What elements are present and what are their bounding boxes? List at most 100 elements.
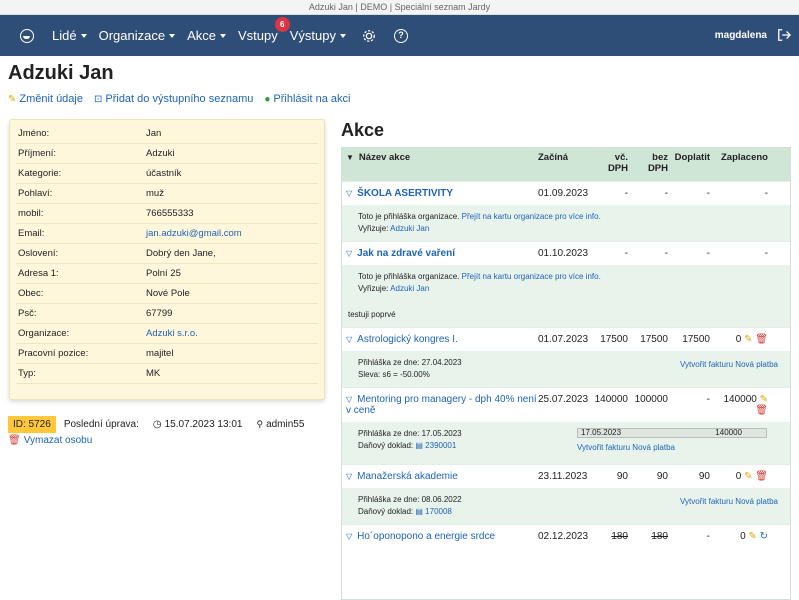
nav-organizations[interactable]: Organizace [99,28,176,43]
event-row[interactable]: ▽ ŠKOLA ASERTIVITY 01.09.2023 - - - - [342,181,790,205]
event-row[interactable]: ▽ Mentoring pro managery - dph 40% není v… [342,387,790,422]
nav-outputs-label: Výstupy [289,28,336,43]
last-edit-label: Poslední úprava: [63,419,139,430]
col-name-header[interactable]: ▼ Název akce [342,152,538,181]
col-vc-label-2: DPH [607,163,628,174]
event-name-link[interactable]: Manažerská akademie [357,471,458,482]
logout-icon[interactable] [777,28,791,42]
detail-line-2: Vyřizuje: Adzuki Jan [358,283,774,295]
last-edit-user: admin55 [266,419,305,430]
create-invoice-link[interactable]: Vytvořit fakturu [577,443,630,452]
trash-icon[interactable]: 🗑 [753,334,768,345]
amount-to-pay: - [706,248,710,259]
expand-toggle-icon[interactable]: ▽ [346,189,352,198]
detail-value-link[interactable]: 2390001 [425,441,456,450]
col-bez-label-2: DPH [647,163,668,174]
expand-toggle-icon[interactable]: ▽ [346,532,352,541]
organization-card-link[interactable]: Přejít na kartu organizace pro více info… [462,272,601,281]
detail-line-1: Toto je přihláška organizace. Přejít na … [358,211,774,223]
detail-value-link[interactable]: 170008 [425,507,452,516]
trash-icon[interactable]: 🗑 [753,471,768,482]
organization-card-link[interactable]: Přejít na kartu organizace pro více info… [462,212,601,221]
amount-paid-value: 140000 [723,394,757,405]
delete-person-link[interactable]: 🗑 Vymazat osobu [8,435,92,446]
field-label: Typ: [18,368,36,379]
event-start-date: 25.07.2023 [538,394,589,405]
event-row[interactable]: ▽ Astrologický kongres I. 01.07.2023 17500 1… [342,327,790,351]
nav-outputs[interactable]: Výstupy [290,28,346,43]
pencil-icon[interactable]: ✎ [741,471,752,482]
create-invoice-link[interactable]: Vytvořit fakturu [680,497,733,506]
expand-toggle-icon[interactable]: ▽ [346,335,352,344]
new-payment-link[interactable]: Nová platba [735,497,778,506]
col-zaplaceno-header[interactable]: Zaplaceno [710,152,772,181]
person-field-row: Pohlaví: muž [16,184,318,204]
edit-details-label: Změnit údaje [19,93,83,105]
pencil-icon[interactable]: ✎ [741,334,752,345]
pencil-icon[interactable]: ✎ [757,394,768,405]
register-event-label: Přihlásit na akci [273,93,351,105]
chevron-down-icon [219,33,226,38]
current-user[interactable]: magdalena [715,30,767,41]
col-bez-header[interactable]: bez DPH [628,152,668,181]
gear-icon[interactable] [362,29,376,43]
sort-desc-icon: ▼ [346,153,354,162]
nav-people[interactable]: Lidé [52,28,87,43]
field-value: MK [146,368,161,379]
field-value-link[interactable]: jan.adzuki@gmail.com [146,228,318,239]
expand-toggle-icon[interactable]: ▽ [346,395,352,404]
field-label: Příjmení: [18,148,57,159]
detail-value-link[interactable]: Adzuki Jan [390,224,429,233]
events-section-title: Akce [341,120,385,140]
event-detail: Přihláška ze dne: 27.04.2023 Sleva: s6 = … [342,351,790,387]
amount-paid: 0 ✎ 🗑 [710,334,772,345]
pencil-icon[interactable]: ✎ [746,531,756,542]
col-bez-label-1: bez [652,152,668,163]
field-value: muž [146,188,164,199]
price-without-vat: 17500 [640,334,668,345]
event-start-date: 01.07.2023 [538,334,589,345]
create-invoice-link[interactable]: Vytvořit fakturu [680,360,733,369]
detail-label: Sleva: s6 = -50.00% [358,370,430,379]
add-to-list-link[interactable]: ⊡ Přidat do výstupního seznamu [94,93,253,105]
edit-details-link[interactable]: ✎ Změnit údaje [8,93,83,105]
invoice-actions: Vytvořit fakturu Nová platba [680,359,778,371]
new-payment-link[interactable]: Nová platba [632,443,675,452]
register-event-link[interactable]: ● Přihlásit na akci [264,93,350,105]
person-actions: ✎ Změnit údaje ⊡ Přidat do výstupního sezn… [8,93,361,105]
field-value-link[interactable]: Adzuki s.r.o. [146,328,318,339]
event-name-link[interactable]: ŠKOLA ASERTIVITY [357,188,453,199]
expand-toggle-icon[interactable]: ▽ [346,472,352,481]
event-name-link[interactable]: Mentoring pro managery - dph 40% není v … [346,394,537,416]
event-row[interactable]: ▽ Jak na zdravé vaření 01.10.2023 - - - - [342,241,790,265]
col-doplatit-header[interactable]: Doplatit [668,152,710,181]
detail-line-1: Toto je přihláška organizace. Přejít na … [358,271,774,283]
event-row[interactable]: ▽ Manažerská akademie 23.11.2023 90 90 90 0 ✎ … [342,464,790,488]
price-with-vat: 140000 [594,394,628,405]
amount-to-pay: 17500 [682,334,710,345]
help-icon[interactable]: ? [393,28,408,43]
trash-icon[interactable]: 🗑 [755,405,768,416]
event-note: testuji poprvé [348,310,396,319]
home-logo-icon[interactable] [20,28,34,43]
field-label: Psč: [18,308,37,319]
detail-value-link[interactable]: Adzuki Jan [390,284,429,293]
new-payment-link[interactable]: Nová platba [735,360,778,369]
event-name-link[interactable]: Astrologický kongres I. [357,334,458,345]
event-row[interactable]: ▽ Ho´oponopono a energie srdce 02.12.2023 1… [342,524,790,548]
restore-icon[interactable]: ↻ [757,531,768,542]
amount-paid: 140000 ✎ 🗑 [710,394,772,416]
page-title: Adzuki Jan [8,62,114,84]
nav-inputs[interactable]: Vstupy 6 [238,17,290,43]
event-name-link[interactable]: Ho´oponopono a energie srdce [357,531,495,542]
event-start-date: 01.09.2023 [538,188,589,199]
expand-toggle-icon[interactable]: ▽ [346,249,352,258]
field-label: Pracovní pozice: [18,348,89,359]
field-value: 67799 [146,308,173,319]
col-start-header[interactable]: Začíná [538,152,592,181]
user-icon: ⚲ [256,419,264,429]
col-vc-header[interactable]: vč. DPH [592,152,628,181]
event-name-link[interactable]: Jak na zdravé vaření [357,248,455,259]
nav-events[interactable]: Akce [187,28,226,43]
detail-line-2: Daňový doklad: ▤ 2390001 [358,440,774,452]
